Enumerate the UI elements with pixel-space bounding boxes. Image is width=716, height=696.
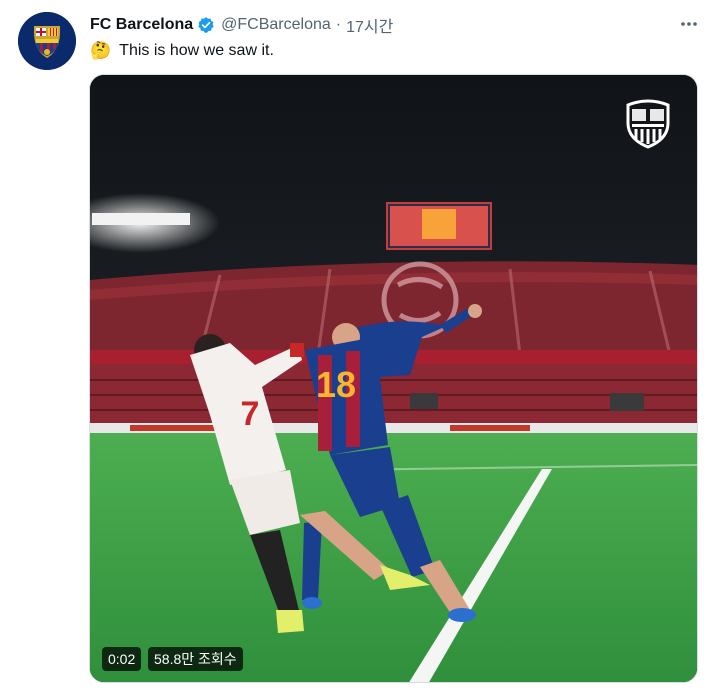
sevilla-shirt-number: 7 bbox=[241, 395, 260, 433]
fc-barcelona-watermark-icon bbox=[626, 99, 670, 149]
author-handle[interactable]: @FCBarcelona bbox=[221, 16, 331, 34]
timestamp[interactable]: 17시간 bbox=[346, 13, 393, 37]
fc-barcelona-crest-icon bbox=[18, 12, 76, 70]
video-view-count: 58.8만 조회수 bbox=[148, 647, 243, 671]
tweet-body: This is how we saw it. bbox=[119, 42, 274, 59]
barcelona-shirt-number: 18 bbox=[316, 364, 356, 405]
more-options-button[interactable] bbox=[678, 14, 700, 34]
more-horizontal-icon bbox=[681, 22, 697, 26]
author-name[interactable]: FC Barcelona bbox=[90, 16, 193, 34]
tweet: FC Barcelona @FCBarcelona · 17시간 🤔 This … bbox=[0, 0, 716, 696]
video-frame: 18 7 bbox=[90, 75, 697, 682]
verified-badge-icon bbox=[197, 16, 215, 34]
video-elapsed-time: 0:02 bbox=[102, 647, 142, 671]
separator-dot: · bbox=[335, 16, 342, 33]
avatar[interactable] bbox=[18, 12, 76, 70]
video-player[interactable]: 18 7 0:02 58.8만 조회수 bbox=[89, 74, 698, 683]
tweet-text: 🤔 This is how we saw it. bbox=[90, 40, 274, 62]
tweet-header: FC Barcelona @FCBarcelona · 17시간 bbox=[90, 14, 393, 36]
thinking-face-emoji: 🤔 bbox=[90, 41, 112, 60]
